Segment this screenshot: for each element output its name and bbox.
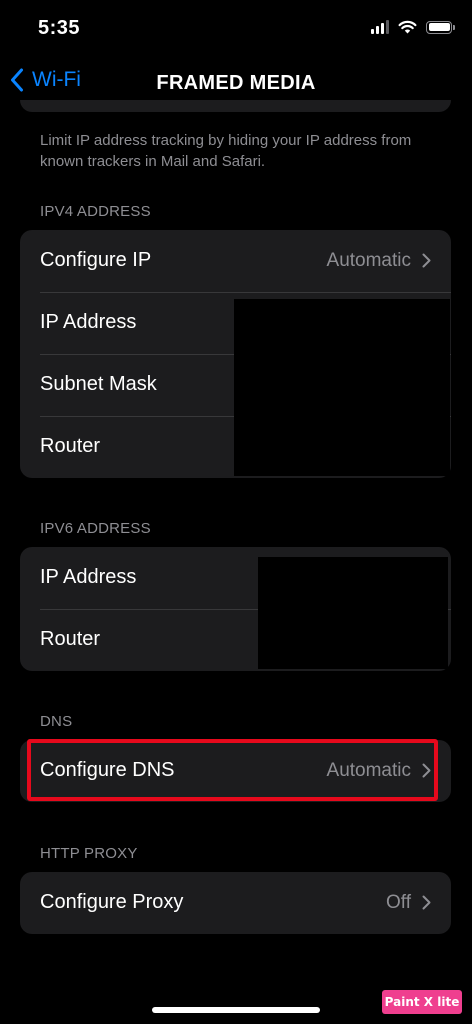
home-indicator[interactable] [152, 1007, 320, 1013]
configure-proxy-row[interactable]: Configure Proxy Off [20, 872, 451, 934]
configure-dns-row[interactable]: Configure DNS Automatic [20, 740, 451, 802]
row-value: Automatic [326, 250, 411, 271]
row-label: Router [40, 628, 101, 650]
row-label: IP Address [40, 566, 137, 588]
row-value: Off [386, 892, 411, 913]
section-header-ipv6: IPV6 ADDRESS [40, 520, 151, 537]
status-time: 5:35 [38, 17, 81, 39]
row-label: IP Address [40, 311, 137, 333]
chevron-right-icon [422, 253, 431, 268]
row-label: Subnet Mask [40, 373, 157, 395]
configure-ip-row[interactable]: Configure IP Automatic [20, 230, 451, 292]
redacted-ipv4-values [234, 299, 450, 476]
chevron-right-icon [422, 763, 431, 778]
redacted-ipv6-values [258, 557, 448, 669]
cellular-signal-icon [371, 20, 389, 34]
http-proxy-card: Configure Proxy Off [20, 872, 451, 934]
row-value: Automatic [326, 760, 411, 781]
private-address-note: Limit IP address tracking by hiding your… [40, 132, 412, 170]
page-title: FRAMED MEDIA [156, 72, 316, 94]
section-header-ipv4: IPV4 ADDRESS [40, 203, 151, 220]
previous-card-edge [20, 100, 451, 112]
status-bar: 5:35 [0, 0, 472, 60]
row-label: Configure DNS [40, 759, 175, 781]
row-label: Configure Proxy [40, 891, 184, 913]
section-header-http-proxy: HTTP PROXY [40, 845, 138, 862]
row-label: Configure IP [40, 249, 152, 271]
watermark-logo: Paint X lite [382, 990, 462, 1014]
row-label: Router [40, 435, 101, 457]
dns-card: Configure DNS Automatic [20, 740, 451, 802]
chevron-right-icon [422, 895, 431, 910]
status-icons [371, 20, 455, 34]
wifi-icon [398, 20, 417, 34]
battery-icon [426, 20, 455, 34]
section-header-dns: DNS [40, 713, 73, 730]
